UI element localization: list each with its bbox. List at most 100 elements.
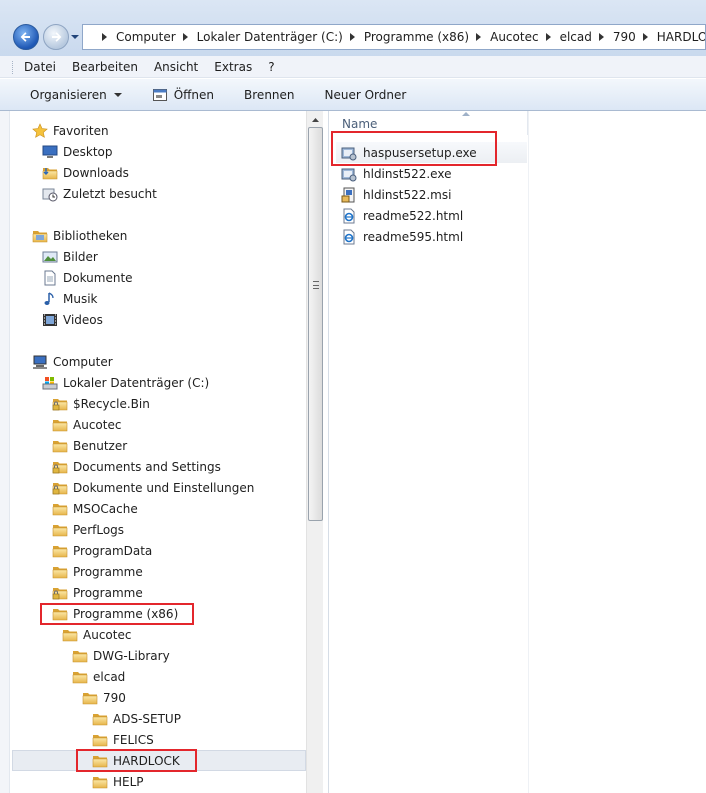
folder-icon <box>52 438 68 454</box>
scroll-thumb[interactable] <box>308 127 323 521</box>
tree-item-perflogs[interactable]: PerfLogs <box>52 519 124 540</box>
tree-item-programme-locked[interactable]: Programme <box>52 582 143 603</box>
back-button[interactable] <box>13 24 39 50</box>
open-button[interactable]: Öffnen <box>152 87 214 103</box>
breadcrumb-elcad[interactable]: elcad <box>560 30 592 44</box>
folder-icon <box>82 690 98 706</box>
navigation-scrollbar[interactable] <box>306 111 323 793</box>
tree-item-local-disk[interactable]: Lokaler Datenträger (C:) <box>42 372 209 393</box>
chevron-right-icon[interactable] <box>545 33 551 41</box>
tree-item-recent[interactable]: Zuletzt besucht <box>42 183 157 204</box>
breadcrumb-local-disk[interactable]: Lokaler Datenträger (C:) <box>197 30 343 44</box>
organize-button[interactable]: Organisieren <box>30 88 122 102</box>
tree-item-downloads[interactable]: Downloads <box>42 162 129 183</box>
arrow-left-icon <box>20 32 30 42</box>
new-folder-label: Neuer Ordner <box>324 87 407 102</box>
tree-item-programdata[interactable]: ProgramData <box>52 540 152 561</box>
tree-item-documents[interactable]: Dokumente <box>42 267 133 288</box>
videos-icon <box>43 313 57 326</box>
locked-folder-icon <box>52 585 68 601</box>
address-bar-area: Computer Lokaler Datenträger (C:) Progra… <box>0 0 706 56</box>
folder-icon <box>92 732 108 748</box>
chevron-down-icon <box>113 92 122 97</box>
tree-item-videos[interactable]: Videos <box>42 309 103 330</box>
tree-item-felics[interactable]: FELICS <box>92 729 154 750</box>
folder-icon <box>52 543 68 559</box>
highlight-box-hardlock <box>76 749 197 772</box>
chevron-right-icon[interactable] <box>476 33 482 41</box>
tree-item-ads-setup[interactable]: ADS-SETUP <box>92 708 181 729</box>
locked-folder-icon <box>52 396 68 412</box>
organize-label: Organisieren <box>30 87 107 102</box>
msi-package-icon <box>341 187 355 202</box>
setup-exe-icon <box>341 168 357 181</box>
menu-help[interactable]: ? <box>268 60 274 74</box>
file-row-hldinst522-msi[interactable]: hldinst522.msi <box>336 184 451 205</box>
menu-bearbeiten[interactable]: Bearbeiten <box>72 60 138 74</box>
tree-item-elcad[interactable]: elcad <box>72 666 125 687</box>
new-folder-button[interactable]: Neuer Ordner <box>325 88 407 102</box>
tree-item-dwg-library[interactable]: DWG-Library <box>72 645 170 666</box>
tree-item-aucotec-root[interactable]: Aucotec <box>52 414 121 435</box>
chevron-right-icon[interactable] <box>598 33 604 41</box>
folder-icon <box>62 627 78 643</box>
drive-icon <box>42 376 58 389</box>
tree-item-music[interactable]: Musik <box>42 288 98 309</box>
tree-item-desktop[interactable]: Desktop <box>42 141 113 162</box>
breadcrumb-790[interactable]: 790 <box>613 30 636 44</box>
breadcrumb-computer[interactable]: Computer <box>116 30 176 44</box>
address-breadcrumb[interactable]: Computer Lokaler Datenträger (C:) Progra… <box>82 24 706 50</box>
highlight-box-setup-file <box>331 131 497 166</box>
tree-item-aucotec[interactable]: Aucotec <box>62 624 131 645</box>
tree-item-dokumente-und-einstellungen[interactable]: Dokumente und Einstellungen <box>52 477 254 498</box>
file-row-hldinst522-exe[interactable]: hldinst522.exe <box>336 163 451 184</box>
pane-splitter[interactable] <box>323 111 329 793</box>
tree-item-programme[interactable]: Programme <box>52 561 143 582</box>
breadcrumb-hardlock[interactable]: HARDLOCK <box>657 30 705 44</box>
folder-icon <box>52 501 68 517</box>
music-icon <box>44 291 54 305</box>
scroll-up-button[interactable] <box>307 111 324 128</box>
menu-bar: Datei Bearbeiten Ansicht Extras ? <box>0 56 706 78</box>
tree-item-msocache[interactable]: MSOCache <box>52 498 138 519</box>
navigation-pane[interactable] <box>0 111 324 793</box>
forward-button[interactable] <box>43 24 69 50</box>
tree-item-pictures[interactable]: Bilder <box>42 246 98 267</box>
command-bar: Organisieren Öffnen Brennen Neuer Ordner <box>0 79 706 111</box>
file-row-readme595[interactable]: readme595.html <box>336 226 463 247</box>
menu-datei[interactable]: Datei <box>24 60 56 74</box>
breadcrumb-aucotec[interactable]: Aucotec <box>490 30 538 44</box>
tree-item-help[interactable]: HELP <box>92 771 144 792</box>
tree-item-favorites[interactable]: Favoriten <box>32 120 109 141</box>
recent-pages-dropdown-icon[interactable] <box>71 33 79 41</box>
documents-icon <box>44 270 56 285</box>
pictures-icon <box>42 251 58 262</box>
tree-item-790[interactable]: 790 <box>82 687 126 708</box>
folder-icon <box>52 417 68 433</box>
menu-ansicht[interactable]: Ansicht <box>154 60 198 74</box>
folder-icon <box>52 564 68 580</box>
window-left-edge <box>0 111 10 793</box>
column-header-label: Name <box>342 117 378 131</box>
folder-icon <box>72 648 88 664</box>
open-window-icon <box>152 88 167 101</box>
chevron-right-icon[interactable] <box>102 33 107 41</box>
grip-icon <box>313 281 319 289</box>
chevron-right-icon[interactable] <box>349 33 355 41</box>
menu-extras[interactable]: Extras <box>214 60 252 74</box>
computer-icon <box>33 355 47 369</box>
tree-item-benutzer[interactable]: Benutzer <box>52 435 127 456</box>
tree-item-documents-and-settings[interactable]: Documents and Settings <box>52 456 221 477</box>
star-icon <box>32 122 48 138</box>
breadcrumb-programme-x86[interactable]: Programme (x86) <box>364 30 469 44</box>
file-row-readme522[interactable]: readme522.html <box>336 205 463 226</box>
chevron-right-icon[interactable] <box>182 33 188 41</box>
tree-item-libraries[interactable]: Bibliotheken <box>32 225 127 246</box>
libraries-icon <box>32 228 48 244</box>
folder-icon <box>52 522 68 538</box>
burn-button[interactable]: Brennen <box>244 88 294 102</box>
locked-folder-icon <box>52 459 68 475</box>
tree-item-computer[interactable]: Computer <box>32 351 113 372</box>
chevron-right-icon[interactable] <box>642 33 648 41</box>
tree-item-recycle-bin[interactable]: $Recycle.Bin <box>52 393 150 414</box>
